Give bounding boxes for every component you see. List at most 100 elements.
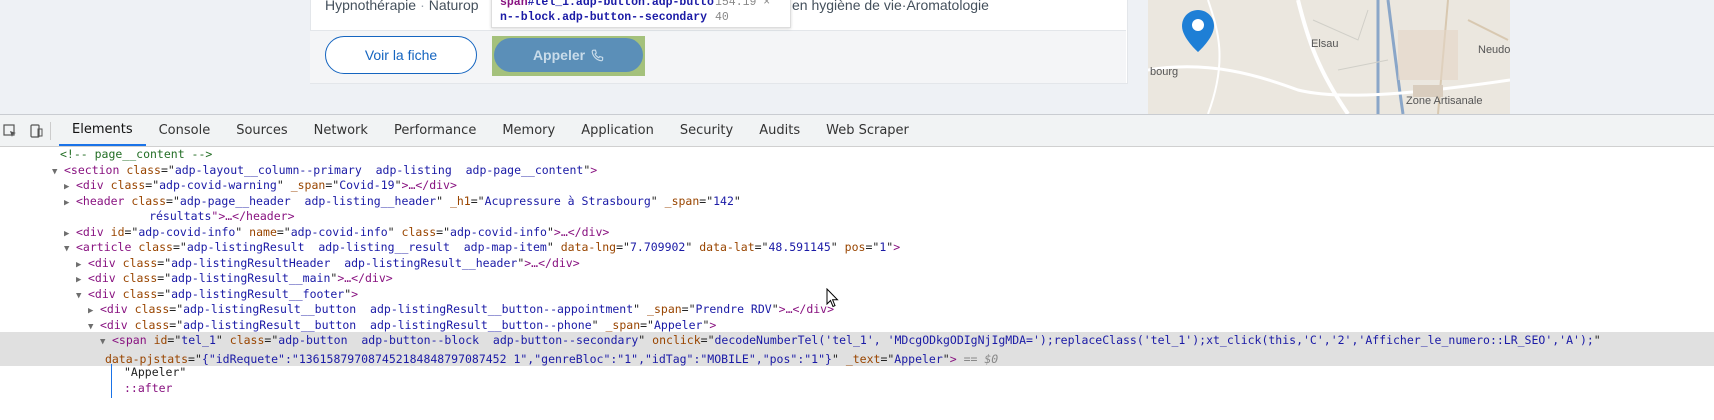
devtools-panel: Elements Console Sources Network Performance…: [0, 114, 1714, 420]
tag-close: >…</div>: [401, 178, 457, 192]
tooltip-dimensions: 154.19 × 40: [715, 0, 771, 24]
attr-value: 7.709902: [629, 240, 686, 254]
dom-node-row[interactable]: ▶ <div class="adp-listingResult__button a…: [0, 301, 1714, 318]
devtools-tab-security[interactable]: Security: [667, 115, 746, 146]
devtools-tab-application[interactable]: Application: [568, 115, 667, 146]
attr-name: _h1: [449, 193, 471, 208]
attr-name: data-lng: [560, 240, 617, 254]
tag-name: <div: [76, 224, 104, 239]
dom-node-row[interactable]: ▶ <div id="adp-covid-info" name="adp-covi…: [0, 224, 1714, 241]
call-button[interactable]: Appeler: [494, 38, 643, 72]
devtools-tab-web-scraper[interactable]: Web Scraper: [813, 115, 922, 146]
attr-name: data-lat: [699, 240, 755, 254]
dom-node-row[interactable]: ▼ <div class="adp-listingResult__footer">: [0, 286, 1714, 303]
tag-naturopathie: Naturop: [428, 0, 479, 13]
attr-name: class: [134, 302, 170, 316]
attr-name: id: [110, 224, 125, 239]
dom-comment: <!-- page__content -->: [60, 147, 213, 161]
devtools-tabbar: Elements Console Sources Network Performance…: [0, 115, 1714, 147]
attr-value: adp-listingResult__footer: [171, 286, 345, 301]
tag-hygiene: en hygiène de vie: [792, 0, 902, 13]
attr-name: _span: [647, 302, 682, 316]
tag-aromatologie: Aromatologie: [906, 0, 989, 13]
attr-name: class: [134, 317, 170, 332]
view-profile-label: Voir la fiche: [364, 47, 438, 63]
attr-value: adp-listingResultHeader adp-listingResul…: [171, 255, 518, 270]
tag-close: >: [893, 240, 901, 254]
attr-value: tel_1: [181, 333, 216, 347]
tag-name: <div: [88, 271, 116, 285]
expand-arrow-icon[interactable]: ▼: [100, 334, 112, 351]
attr-name: class: [126, 162, 161, 177]
map-label-neudorf: Neudo: [1478, 44, 1510, 56]
devtools-tab-audits[interactable]: Audits: [746, 115, 813, 146]
attr-value: 48.591145: [768, 240, 831, 254]
dom-tree[interactable]: <!-- page__content --> ▼ <section class="a…: [0, 146, 1714, 420]
attr-value: adp-listingResult adp-listing__result ad…: [186, 240, 547, 254]
phone-icon: [591, 49, 604, 61]
dom-node-row[interactable]: ▼ <article class="adp-listingResult adp-l…: [0, 239, 1714, 256]
attr-name: _span: [664, 193, 700, 208]
dom-node-selected[interactable]: ▼ <span id="tel_1" class="adp-button adp-…: [0, 332, 1714, 366]
attr-name: class: [122, 255, 158, 270]
attr-value: résultats: [66, 209, 212, 223]
tooltip-selector-2: n--block.adp-button--secondary: [500, 11, 708, 24]
attr-name: id: [153, 333, 168, 347]
devtools-tab-sources[interactable]: Sources: [223, 115, 300, 146]
tag-close: >…</div>: [553, 224, 610, 239]
inspect-element-icon[interactable]: [0, 122, 20, 140]
attr-value: adp-listingResult__button adp-listingRes…: [183, 317, 592, 332]
tag-close: ">…</header>: [211, 209, 295, 223]
tooltip-selector-1: #tel_1.adp-button.adp-butto: [527, 0, 714, 9]
tag-name: <div: [88, 286, 116, 301]
dom-pseudo-node[interactable]: ::after: [0, 380, 1714, 397]
tag-name: <span: [112, 333, 147, 347]
attr-name: class: [110, 178, 146, 192]
devtools-tabs: Elements Console Sources Network Performance…: [59, 115, 922, 146]
dom-node-row[interactable]: ▼ <div class="adp-listingResult__button a…: [0, 317, 1714, 334]
attr-value: adp-covid-info: [450, 224, 547, 239]
mouse-cursor-icon: [826, 288, 839, 308]
attr-value: adp-listingResult__button adp-listingRes…: [183, 302, 634, 316]
specialty-tags-right: en hygiène de vie·Aromatologie: [792, 0, 989, 13]
tab-separator: [50, 121, 51, 140]
devtools-tab-memory[interactable]: Memory: [489, 115, 568, 146]
device-toolbar-icon[interactable]: [26, 122, 46, 140]
dom-node-row[interactable]: ▼ <section class="adp-layout__column--pri…: [0, 162, 1714, 179]
selected-line-1: ▼ <span id="tel_1" class="adp-button adp-…: [0, 332, 1714, 351]
map-label-bourg: bourg: [1150, 66, 1179, 78]
attr-value: Appeler: [653, 317, 703, 332]
devtools-tab-performance[interactable]: Performance: [381, 115, 489, 146]
devtools-tab-elements[interactable]: Elements: [59, 115, 146, 146]
dom-node-row[interactable]: résultats">…</header>: [0, 208, 1714, 225]
attr-value: adp-covid-info: [138, 224, 236, 239]
tag-name: <div: [88, 255, 116, 270]
dom-node-row[interactable]: ▶ <div class="adp-covid-warning" _span="C…: [0, 177, 1714, 194]
call-button-label: Appeler: [532, 47, 586, 63]
attr-name: class: [131, 193, 167, 208]
attr-name: onclick: [652, 333, 701, 347]
pseudo-element: ::after: [124, 380, 173, 395]
dom-node-row[interactable]: ▶ <div class="adp-listingResultHeader adp…: [0, 255, 1714, 272]
attr-name: name: [249, 224, 277, 239]
tag-name: <article: [76, 240, 132, 254]
map[interactable]: Elsau Neudo Zone Artisanale bourg: [1148, 0, 1510, 114]
dom-node-row[interactable]: <!-- page__content -->: [0, 146, 1714, 163]
view-profile-button[interactable]: Voir la fiche: [325, 36, 477, 74]
attr-name: class: [401, 224, 437, 239]
attr-value: decodeNumberTel('tel_1', 'MDcgODkgODIgNj…: [714, 333, 1594, 347]
dom-node-row[interactable]: ▶ <header class="adp-page__header adp-lis…: [0, 193, 1714, 210]
dom-text-node[interactable]: "Appeler": [0, 364, 1714, 381]
devtools-tab-console[interactable]: Console: [146, 115, 224, 146]
dom-node-row[interactable]: ▶ <div class="adp-listingResult__main">…<…: [0, 270, 1714, 287]
attr-value: adp-covid-warning: [159, 178, 277, 192]
devtools-tab-network[interactable]: Network: [301, 115, 381, 146]
tag-name: <header: [76, 193, 125, 208]
attr-value: adp-covid-info: [290, 224, 388, 239]
location-pin-icon[interactable]: [1180, 8, 1216, 54]
attr-value: Acupressure à Strasbourg: [484, 193, 651, 208]
attr-value: adp-layout__column--primary adp-listing …: [174, 162, 584, 177]
attr-value: adp-button adp-button--block adp-button-…: [278, 333, 639, 347]
attr-value: adp-page__header adp-listing__header: [179, 193, 437, 208]
attr-name: pos: [844, 240, 866, 254]
